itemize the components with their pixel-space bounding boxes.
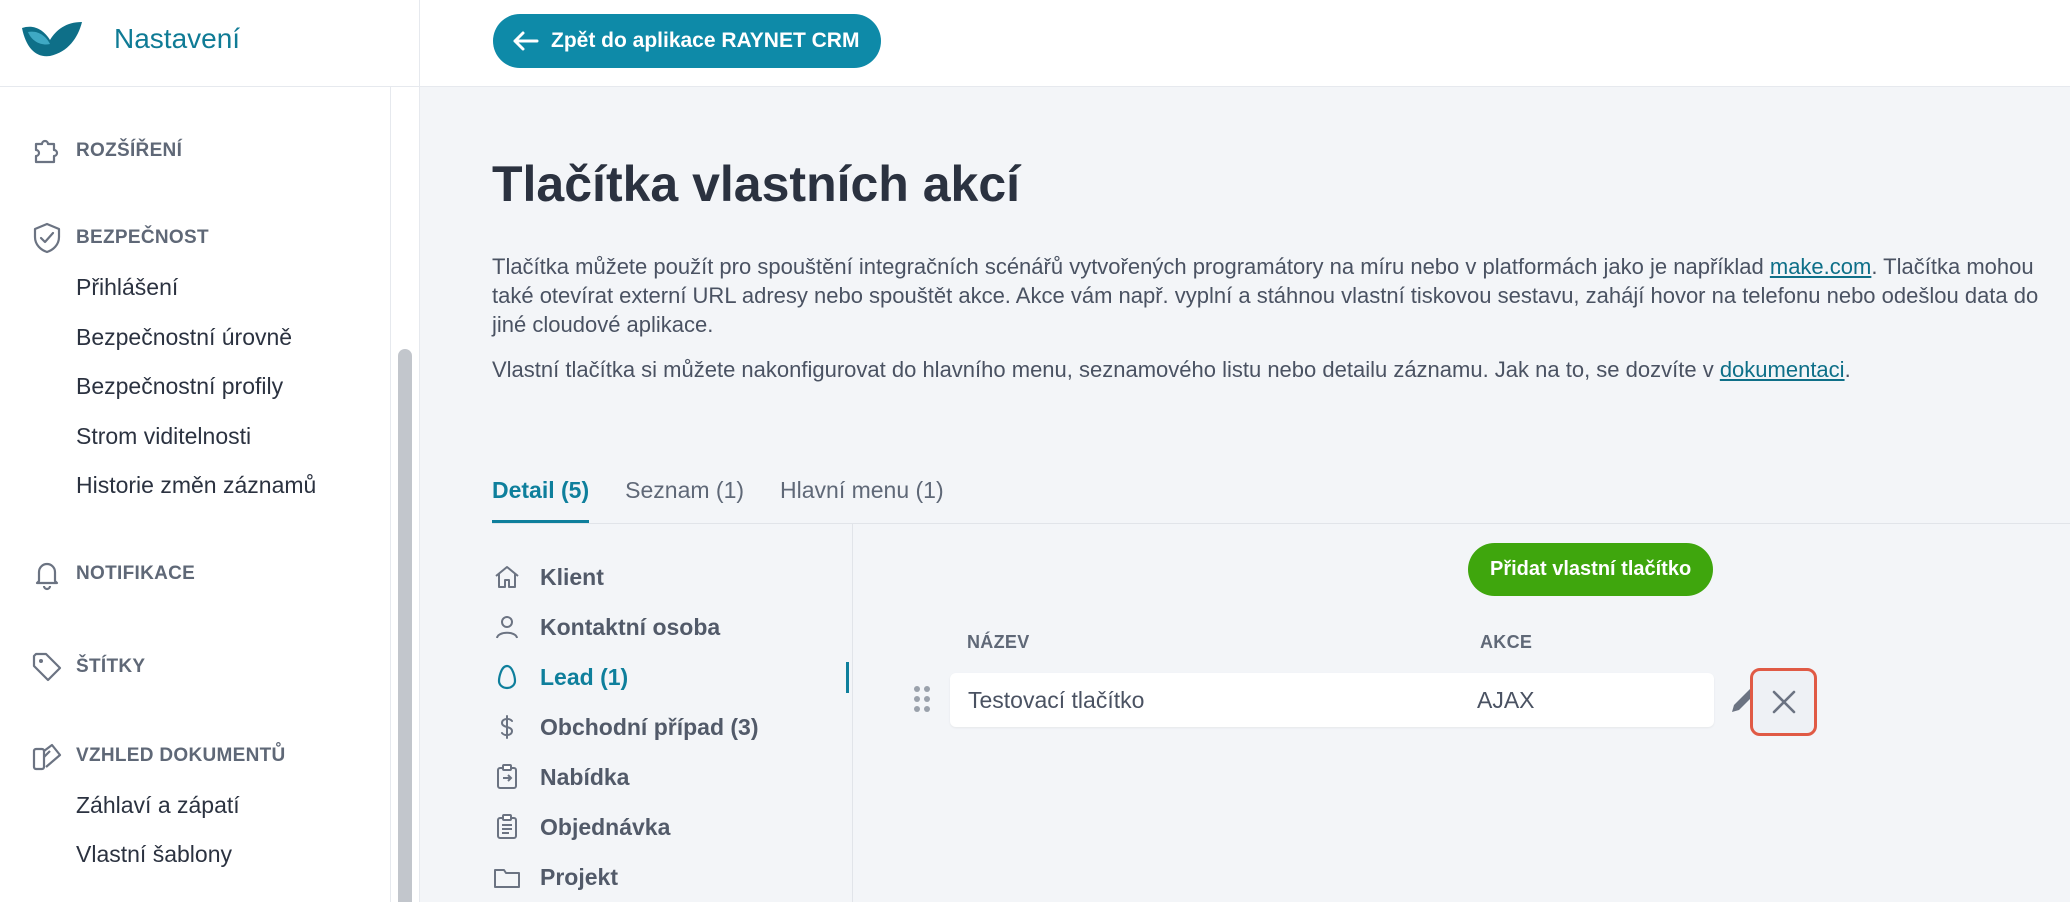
egg-icon	[497, 664, 517, 690]
column-header-name: NÁZEV	[967, 632, 1030, 652]
entity-label: Projekt	[540, 863, 618, 890]
back-button-label: Zpět do aplikace RAYNET CRM	[551, 29, 860, 52]
column-header-action: AKCE	[1480, 632, 1533, 652]
documentation-link[interactable]: dokumentaci	[1720, 357, 1845, 382]
sidebar-section-label: NOTIFIKACE	[76, 563, 196, 584]
raynet-logo-icon[interactable]	[20, 18, 84, 60]
sidebar-scrollbar-thumb[interactable]	[398, 349, 412, 902]
tag-icon	[32, 652, 62, 682]
tabs-bar: Detail (5) Seznam (1) Hlavní menu (1)	[492, 470, 944, 524]
sidebar-section-label: VZHLED DOKUMENTŮ	[76, 745, 286, 766]
entity-item-project[interactable]: Projekt	[492, 862, 618, 892]
sidebar-item-custom-templates[interactable]: Vlastní šablony	[76, 841, 232, 868]
entity-label: Obchodní případ (3)	[540, 713, 759, 740]
app-title: Nastavení	[114, 23, 241, 54]
brand-area: Nastavení	[0, 0, 420, 87]
description-text: Tlačítka můžete použít pro spouštění int…	[492, 254, 1770, 279]
entity-item-deal[interactable]: Obchodní případ (3)	[492, 712, 759, 742]
tabs-divider	[492, 523, 2070, 524]
sidebar-section-document-look[interactable]: VZHLED DOKUMENTŮ	[30, 739, 286, 773]
entity-label: Kontaktní osoba	[540, 613, 721, 640]
add-custom-button[interactable]: Přidat vlastní tlačítko	[1468, 543, 1714, 596]
dollar-icon	[500, 715, 514, 739]
active-entity-marker	[846, 662, 849, 693]
panel-divider	[852, 524, 853, 902]
description-text: .	[1844, 357, 1851, 382]
row-name-cell: Testovací tlačítko	[968, 687, 1145, 713]
entity-item-client[interactable]: Klient	[492, 562, 604, 592]
sidebar-section-label: BEZPEČNOST	[76, 227, 209, 248]
back-to-app-button[interactable]: Zpět do aplikace RAYNET CRM	[493, 14, 882, 68]
sidebar-item-visibility-tree[interactable]: Strom viditelnosti	[76, 423, 251, 450]
sidebar-section-label: ŠTÍTKY	[76, 656, 146, 677]
sidebar-item-login[interactable]: Přihlášení	[76, 274, 178, 301]
table-row[interactable]: Testovací tlačítko AJAX	[950, 673, 1714, 727]
sidebar-item-record-history[interactable]: Historie změn záznamů	[76, 472, 316, 499]
entity-item-order[interactable]: Objednávka	[492, 812, 670, 842]
delete-button[interactable]	[1750, 668, 1817, 736]
sidebar-section-extensions[interactable]: ROZŠÍŘENÍ	[30, 134, 182, 168]
sidebar-item-security-profiles[interactable]: Bezpečnostní profily	[76, 373, 283, 400]
page-description: Tlačítka můžete použít pro spouštění int…	[492, 252, 2052, 339]
sidebar-section-label: ROZŠÍŘENÍ	[76, 140, 183, 161]
arrow-left-icon	[513, 31, 539, 51]
bell-icon	[35, 562, 59, 591]
description-text: Vlastní tlačítka si můžete nakonfigurova…	[492, 357, 1720, 382]
sidebar-item-security-levels[interactable]: Bezpečnostní úrovně	[76, 324, 292, 351]
sidebar-item-header-footer[interactable]: Záhlaví a zápatí	[76, 792, 240, 819]
entity-item-lead[interactable]: Lead (1)	[492, 662, 628, 692]
close-icon	[1772, 690, 1795, 714]
page-title: Tlačítka vlastních akcí	[492, 156, 1021, 212]
puzzle-icon	[34, 139, 59, 164]
offer-icon	[497, 764, 517, 789]
clipboard-icon	[497, 814, 517, 839]
entity-label: Lead (1)	[540, 663, 629, 690]
row-action-cell: AJAX	[1477, 687, 1535, 713]
entity-label: Klient	[540, 563, 604, 590]
settings-sidebar: ROZŠÍŘENÍ BEZPEČNOST Přihlášení Bezpečno…	[0, 87, 390, 902]
make-com-link[interactable]: make.com	[1770, 254, 1871, 279]
entity-item-contact-person[interactable]: Kontaktní osoba	[492, 612, 720, 642]
tab-main-menu[interactable]: Hlavní menu (1)	[780, 470, 944, 524]
drag-handle-icon[interactable]	[912, 684, 932, 714]
top-bar: Nastavení Zpět do aplikace RAYNET CRM	[0, 0, 2070, 87]
folder-icon	[494, 869, 520, 888]
home-icon	[495, 566, 519, 588]
entity-label: Nabídka	[540, 763, 630, 790]
tab-list[interactable]: Seznam (1)	[625, 470, 744, 524]
person-icon	[496, 616, 518, 639]
entity-item-offer[interactable]: Nabídka	[492, 762, 629, 792]
sidebar-scroll-track[interactable]	[390, 87, 420, 902]
sidebar-section-tags[interactable]: ŠTÍTKY	[30, 650, 145, 684]
swatches-icon	[32, 743, 62, 771]
sidebar-section-security[interactable]: BEZPEČNOST	[30, 221, 209, 255]
tab-detail[interactable]: Detail (5)	[492, 470, 590, 524]
shield-check-icon	[33, 222, 61, 254]
sidebar-section-notifications[interactable]: NOTIFIKACE	[30, 557, 195, 591]
entity-label: Objednávka	[540, 813, 671, 840]
page-description-secondary: Vlastní tlačítka si můžete nakonfigurova…	[492, 355, 2052, 384]
